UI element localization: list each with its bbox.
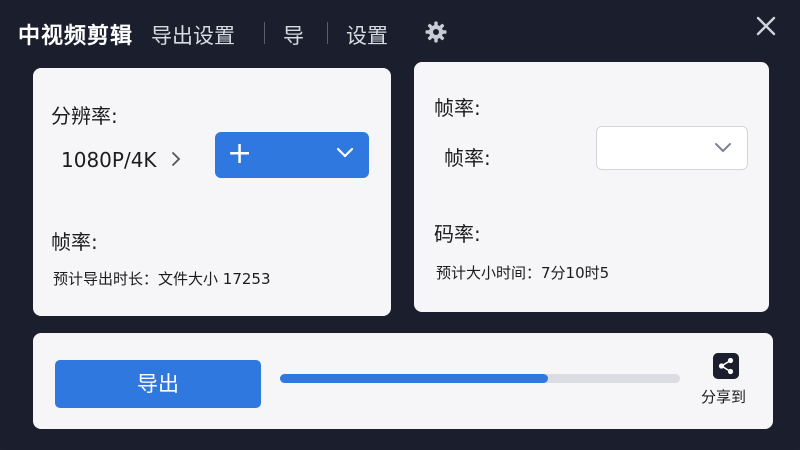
resolution-label: 分辨率: [51, 104, 118, 128]
chevron-down-icon [715, 143, 731, 153]
bitrate-label: 码率: [434, 222, 481, 246]
tab-export[interactable]: 导 [283, 20, 304, 50]
framerate-label: 帧率: [51, 230, 98, 254]
chevron-right-icon [172, 152, 181, 166]
export-button[interactable]: 导出 [55, 360, 261, 408]
share-icon[interactable] [713, 353, 739, 379]
size-estimate-text: 预计大小时间：7分10时5 [436, 264, 610, 282]
nav-divider [264, 22, 265, 44]
tab-settings[interactable]: 设置 [346, 20, 388, 50]
plus-icon: + [227, 136, 253, 171]
framerate-section-title: 帧率: [434, 96, 481, 120]
framerate-dropdown[interactable] [596, 126, 748, 170]
close-icon[interactable] [754, 14, 778, 38]
export-estimate-text: 预计导出时长：文件大小 17253 [53, 270, 271, 288]
resolution-dropdown[interactable]: + [215, 132, 369, 178]
export-progress-bar [280, 374, 680, 383]
left-settings-card: 分辨率: 1080P/4K 帧率: 预计导出时长：文件大小 17253 [33, 68, 391, 316]
gear-icon[interactable] [424, 20, 448, 44]
right-settings-card: 帧率: 帧率: 码率: 预计大小时间：7分10时5 [414, 62, 769, 312]
export-bar: 导出 分享到 [33, 333, 773, 429]
nav-divider [327, 22, 328, 44]
export-progress-fill [280, 374, 548, 383]
tab-export-settings[interactable]: 导出设置 [151, 20, 235, 50]
chevron-down-icon [336, 147, 354, 158]
framerate-field-label: 帧率: [444, 146, 491, 170]
app-title: 中视频剪辑 [18, 24, 134, 49]
share-label[interactable]: 分享到 [701, 386, 746, 407]
title-bar: 中视频剪辑 导出设置 导 设置 [0, 0, 800, 62]
export-settings-window: 中视频剪辑 导出设置 导 设置 分辨率: 1080P/4K 帧率: 预计导出时长… [0, 0, 800, 450]
resolution-value: 1080P/4K [61, 148, 157, 172]
